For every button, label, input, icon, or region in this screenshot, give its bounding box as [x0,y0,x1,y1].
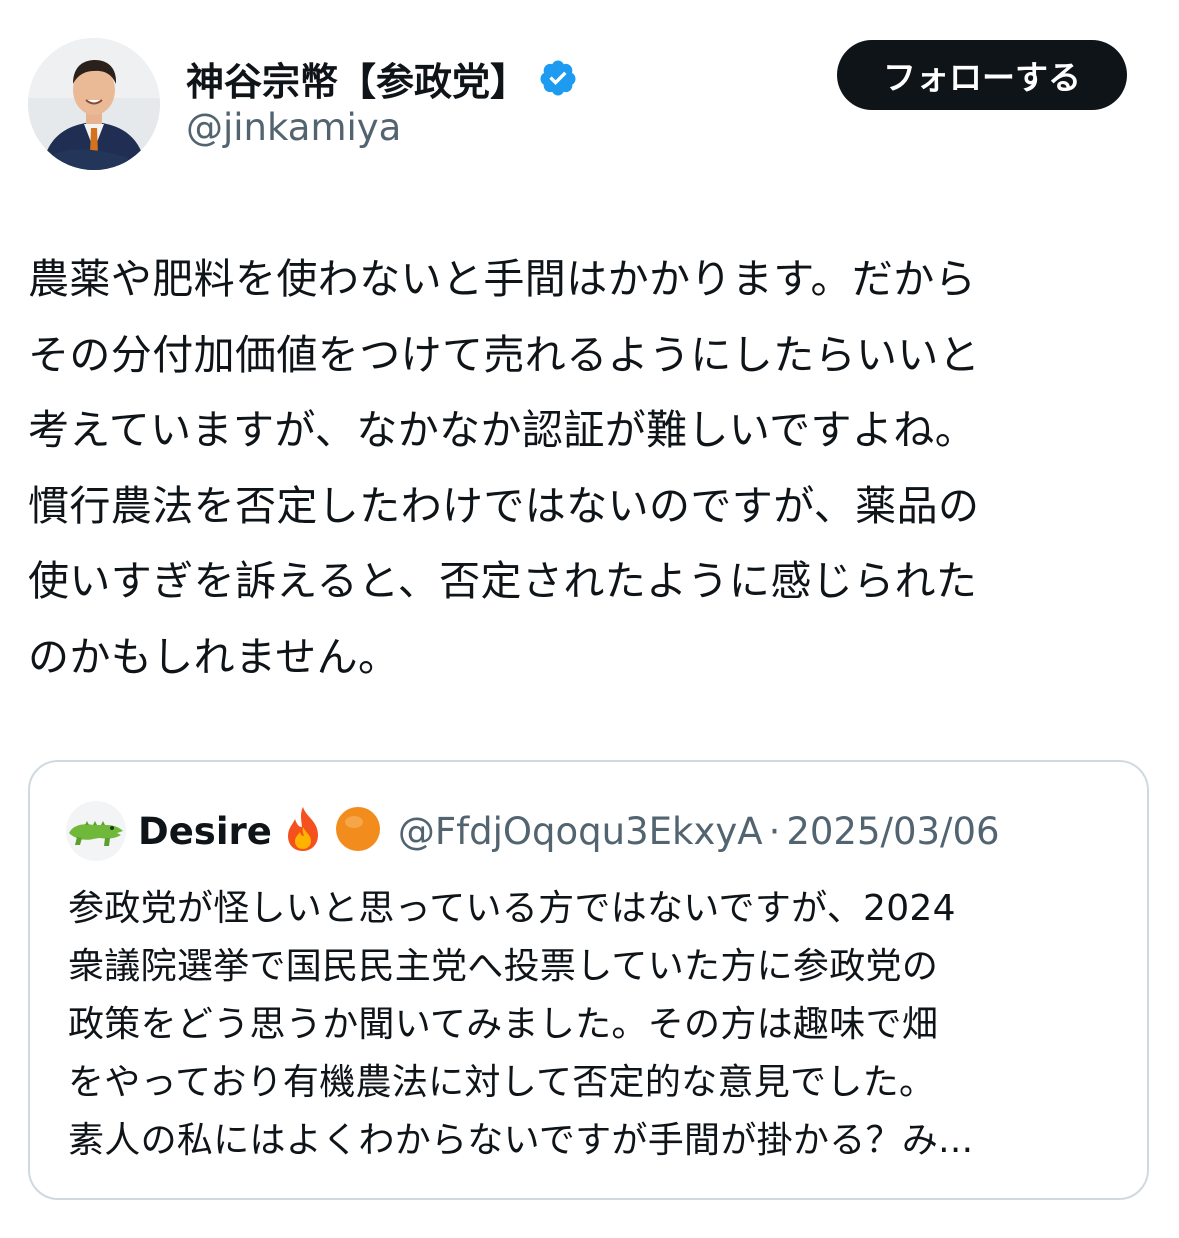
quoted-author-name[interactable]: Desire [138,810,272,853]
tweet-text-line: 慣行農法を否定したわけではないのですが、薬品の [28,481,980,530]
quoted-tweet-header: Desire @FfdjOqoqu3EkxyA · 2025/03/06 [66,801,1000,861]
tweet-text-line: 考えていますが、なかなか認証が難しいですよね。 [28,406,977,454]
tweet-text-line: 農薬や肥料を使わないと手間はかかります。だから [28,255,977,303]
quoted-text-line: 参政党が怪しいと思っている方ではないですが、2024 [68,888,956,929]
author-avatar[interactable] [28,38,160,170]
quoted-author-handle[interactable]: @FfdjOqoqu3EkxyA [398,810,763,853]
author-name-row: 神谷宗幣【参政党】 [186,50,578,106]
quoted-text-line: 衆議院選挙で国民民主党へ投票していた方に参政党の [68,946,939,987]
quoted-text-line: 政策をどう思うか聞いてみました。その方は趣味で畑 [68,1004,939,1045]
separator-dot: · [768,809,781,853]
tweet-text-line: 使いすぎを訴えると、否定されたように感じられた [28,557,978,605]
author-display-name[interactable]: 神谷宗幣【参政党】 [186,51,528,106]
verified-badge-icon [538,58,578,98]
quoted-tweet-card[interactable]: Desire @FfdjOqoqu3EkxyA · 2025/03/06 参政党… [28,760,1149,1200]
tweet-text-line: その分付加価値をつけて売れるようにしたらいいと [28,330,981,379]
author-handle[interactable]: @jinkamiya [186,106,401,149]
person-photo-avatar-icon [28,38,160,170]
fire-emoji-icon [280,805,326,857]
quoted-text-line: 素人の私にはよくわからないですが手間が掛かる？み... [68,1120,974,1161]
tweet-text-line: のかもしれません。 [28,632,400,681]
tweet-text: 農薬や肥料を使わないと手間はかかります。だから その分付加価値をつけて売れるよう… [28,242,1153,695]
follow-button[interactable]: フォローする [837,40,1127,110]
quoted-text-line: をやっており有機農法に対して否定的な意見でした。 [68,1062,936,1103]
crocodile-icon[interactable] [66,801,126,861]
orange-circle-emoji-icon [334,805,382,857]
quoted-tweet-text: 参政党が怪しいと思っている方ではないですが、2024 衆議院選挙で国民民主党へ投… [68,880,1128,1170]
quoted-tweet-date[interactable]: 2025/03/06 [786,810,999,853]
tweet-header: 神谷宗幣【参政党】 @jinkamiya フォローする [0,0,1179,190]
